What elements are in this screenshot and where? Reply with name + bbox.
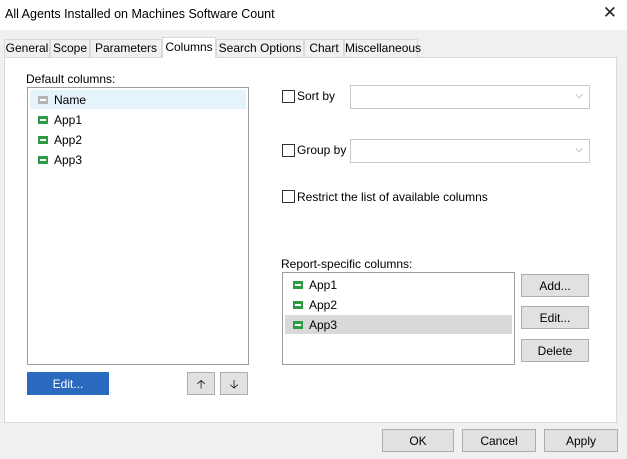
title-bar: All Agents Installed on Machines Softwar… — [0, 0, 627, 30]
sort-by-checkbox[interactable] — [282, 90, 295, 103]
list-item[interactable]: App2 — [30, 130, 246, 149]
arrow-up-icon: 🡡 — [196, 377, 206, 391]
column-green-icon — [38, 155, 48, 164]
report-columns-label: Report-specific columns: — [281, 257, 413, 271]
tab-search-options[interactable]: Search Options — [216, 39, 304, 57]
list-item[interactable]: App1 — [30, 110, 246, 129]
list-item[interactable]: App3 — [30, 150, 246, 169]
arrow-down-icon: 🡣 — [229, 377, 239, 391]
list-item[interactable]: App2 — [285, 295, 512, 314]
window-title: All Agents Installed on Machines Softwar… — [5, 7, 275, 21]
tab-columns[interactable]: Columns — [162, 37, 216, 58]
tab-chart[interactable]: Chart — [304, 39, 344, 57]
chevron-down-icon: ⌵ — [575, 90, 583, 101]
move-down-button[interactable]: 🡣 — [220, 372, 248, 395]
column-green-icon — [293, 320, 303, 329]
columns-panel: Default columns: Name App1 App2 App3 Edi… — [4, 57, 617, 423]
group-by-label: Group by — [297, 143, 347, 157]
tab-scope[interactable]: Scope — [50, 39, 90, 57]
column-green-icon — [293, 300, 303, 309]
cancel-button[interactable]: Cancel — [462, 429, 536, 452]
column-green-icon — [293, 280, 303, 289]
ok-button[interactable]: OK — [382, 429, 454, 452]
chevron-down-icon: ⌵ — [575, 144, 583, 155]
move-up-button[interactable]: 🡡 — [187, 372, 215, 395]
group-by-select[interactable]: ⌵ — [350, 139, 590, 163]
edit-column-button[interactable]: Edit... — [521, 306, 589, 329]
list-item[interactable]: App1 — [285, 275, 512, 294]
report-columns-list[interactable]: App1 App2 App3 — [282, 272, 515, 365]
add-column-button[interactable]: Add... — [521, 274, 589, 297]
apply-button[interactable]: Apply — [544, 429, 618, 452]
group-by-checkbox[interactable] — [282, 144, 295, 157]
column-grey-icon — [38, 95, 48, 104]
column-green-icon — [38, 115, 48, 124]
tab-miscellaneous[interactable]: Miscellaneous — [344, 39, 421, 57]
list-item[interactable]: App3 — [285, 315, 512, 334]
sort-by-label: Sort by — [297, 89, 336, 103]
tab-general[interactable]: General — [4, 39, 50, 57]
restrict-label: Restrict the list of available columns — [297, 190, 488, 204]
restrict-checkbox[interactable] — [282, 190, 295, 203]
column-green-icon — [38, 135, 48, 144]
default-columns-label: Default columns: — [26, 72, 116, 86]
default-edit-button[interactable]: Edit... — [27, 372, 109, 395]
list-item[interactable]: Name — [30, 90, 246, 109]
sort-by-select[interactable]: ⌵ — [350, 85, 590, 109]
delete-column-button[interactable]: Delete — [521, 339, 589, 362]
close-icon[interactable]: ✕ — [603, 3, 617, 23]
default-columns-list[interactable]: Name App1 App2 App3 — [27, 87, 249, 365]
tab-parameters[interactable]: Parameters — [90, 39, 162, 57]
